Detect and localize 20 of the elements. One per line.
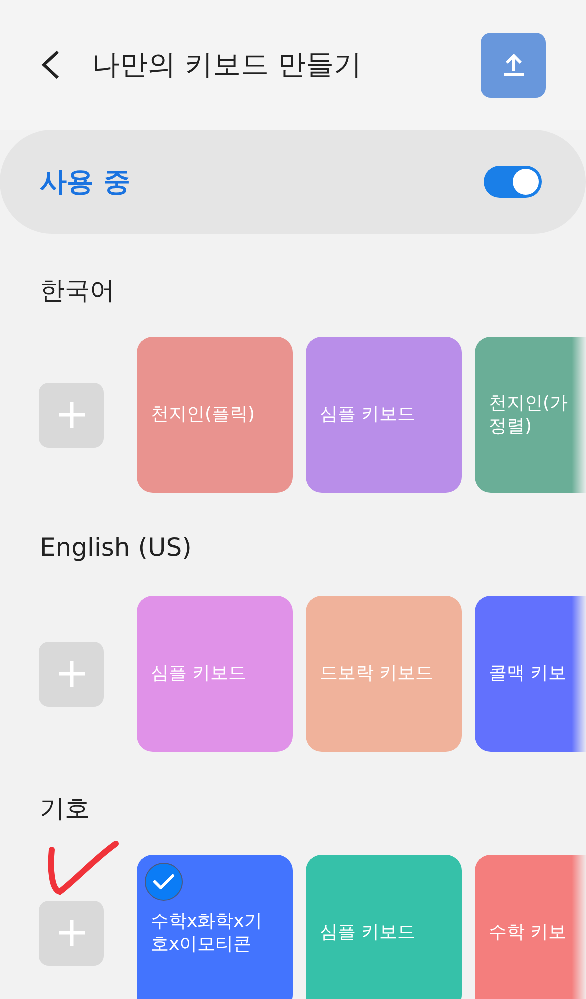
keyboard-card[interactable]: 천지인(플릭) xyxy=(137,337,293,493)
keyboard-card[interactable]: 드보락 키보드 xyxy=(306,596,462,752)
keyboard-card[interactable]: 심플 키보드 xyxy=(306,855,462,999)
keyboard-card[interactable]: 수학x화학x기 호x이모티콘 xyxy=(137,855,293,999)
upload-button[interactable] xyxy=(481,32,546,98)
usage-label: 사용 중 xyxy=(40,166,130,200)
keyboard-card[interactable]: 천지인(가 정렬) xyxy=(475,337,586,493)
page-title: 나만의 키보드 만들기 xyxy=(92,47,363,83)
section-title: English (US) xyxy=(40,533,192,564)
check-icon xyxy=(145,863,183,901)
section-title: 기호 xyxy=(40,793,90,825)
toggle-switch[interactable] xyxy=(484,166,542,198)
keyboard-card[interactable]: 콜맥 키보 xyxy=(475,596,586,752)
keyboard-card[interactable]: 심플 키보드 xyxy=(137,596,293,752)
plus-icon xyxy=(56,400,86,430)
keyboard-card[interactable]: 심플 키보드 xyxy=(306,337,462,493)
plus-icon xyxy=(56,659,86,689)
section-title: 한국어 xyxy=(40,275,115,307)
plus-icon xyxy=(56,918,86,948)
keyboard-card[interactable]: 수학 키보 xyxy=(475,855,586,999)
